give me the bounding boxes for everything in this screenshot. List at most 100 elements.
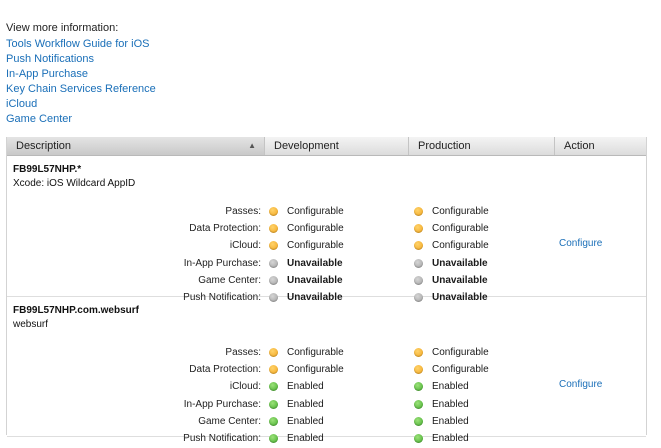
capability-row: Game Center: Unavailable Unavailable — [7, 273, 646, 290]
status-text: Unavailable — [432, 274, 488, 286]
capability-label: Data Protection: — [189, 223, 261, 235]
capability-label: Passes: — [225, 206, 261, 217]
status-gray-dot-icon — [414, 275, 423, 285]
status-green-dot-icon — [269, 399, 278, 409]
status-text: Configurable — [432, 364, 489, 376]
development-status: Enabled — [269, 399, 324, 410]
status-orange-dot-icon — [269, 224, 278, 234]
sort-ascending-icon[interactable]: ▲ — [248, 137, 256, 155]
app-id-table: Description ▲ Development Production Act… — [6, 137, 647, 444]
status-text: Unavailable — [432, 257, 488, 269]
status-text: Enabled — [287, 415, 324, 427]
more-info-heading: View more information: — [6, 22, 119, 34]
link-in-app-purchase[interactable]: In-App Purchase — [6, 67, 156, 82]
status-orange-dot-icon — [414, 241, 423, 251]
production-status: Enabled — [414, 416, 469, 427]
status-text: Configurable — [432, 223, 489, 235]
status-text: Enabled — [287, 381, 324, 393]
production-status: Configurable — [414, 206, 489, 217]
capability-row: iCloud: Configurable Configurable — [7, 238, 646, 255]
development-status: Unavailable — [269, 258, 343, 269]
status-text: Configurable — [432, 347, 489, 358]
production-status: Unavailable — [414, 258, 488, 269]
app-id-rows: FB99L57NHP.* Xcode: iOS Wildcard AppID Pas… — [7, 156, 646, 444]
development-status: Enabled — [269, 381, 324, 392]
link-game-center[interactable]: Game Center — [6, 112, 156, 127]
status-orange-dot-icon — [269, 348, 278, 357]
app-id-identifier: FB99L57NHP.* — [13, 164, 82, 175]
status-green-dot-icon — [414, 416, 423, 426]
capability-list: Passes: Configurable Configurable Data Prot… — [7, 204, 646, 307]
status-green-dot-icon — [269, 382, 278, 392]
status-text: Configurable — [432, 206, 489, 217]
configure-link[interactable]: Configure — [559, 379, 602, 390]
development-status: Configurable — [269, 364, 344, 375]
status-orange-dot-icon — [269, 241, 278, 251]
capability-row: Passes: Configurable Configurable — [7, 204, 646, 221]
table-header: Description ▲ Development Production Act… — [7, 137, 646, 156]
status-text: Enabled — [287, 398, 324, 410]
column-header-production[interactable]: Production — [409, 137, 555, 155]
status-gray-dot-icon — [414, 258, 423, 268]
production-status: Configurable — [414, 223, 489, 234]
capability-label: Game Center: — [198, 415, 261, 427]
production-status: Configurable — [414, 240, 489, 251]
capability-label: Data Protection: — [189, 364, 261, 376]
development-status: Configurable — [269, 347, 344, 358]
capability-label: Passes: — [225, 347, 261, 358]
capability-label: In-App Purchase: — [183, 257, 261, 269]
status-text: Enabled — [432, 398, 469, 410]
column-header-description[interactable]: Description ▲ — [7, 137, 265, 155]
capability-row: Data Protection: Configurable Configurable — [7, 221, 646, 238]
capability-label: In-App Purchase: — [183, 398, 261, 410]
capability-row: In-App Purchase: Enabled Enabled — [7, 397, 646, 414]
link-key-chain-services[interactable]: Key Chain Services Reference — [6, 82, 156, 97]
app-id-identifier: FB99L57NHP.com.websurf — [13, 305, 139, 316]
development-status: Unavailable — [269, 275, 343, 286]
status-orange-dot-icon — [414, 224, 423, 234]
status-green-dot-icon — [414, 382, 423, 392]
link-tools-workflow-guide[interactable]: Tools Workflow Guide for iOS — [6, 37, 156, 52]
status-green-dot-icon — [269, 416, 278, 426]
column-header-development[interactable]: Development — [265, 137, 409, 155]
development-status: Configurable — [269, 223, 344, 234]
column-header-description-label: Description — [16, 140, 72, 152]
status-gray-dot-icon — [269, 275, 278, 285]
status-text: Configurable — [287, 364, 344, 376]
capability-label: iCloud: — [229, 381, 261, 393]
status-orange-dot-icon — [269, 207, 278, 216]
status-orange-dot-icon — [414, 348, 423, 357]
capability-row: Passes: Configurable Configurable — [7, 345, 646, 362]
capability-list: Passes: Configurable Configurable Data Prot… — [7, 345, 646, 448]
production-status: Configurable — [414, 347, 489, 358]
status-text: Enabled — [432, 381, 469, 393]
status-text: Configurable — [287, 240, 344, 252]
production-status: Unavailable — [414, 275, 488, 286]
status-text: Unavailable — [287, 274, 343, 286]
column-header-action: Action — [564, 140, 595, 152]
capability-row: Data Protection: Configurable Configurable — [7, 362, 646, 379]
configure-link[interactable]: Configure — [559, 238, 602, 249]
capability-row: Push Notification: Enabled Enabled — [7, 431, 646, 448]
status-text: Configurable — [432, 240, 489, 252]
capability-label: Game Center: — [198, 274, 261, 286]
capability-row: Game Center: Enabled Enabled — [7, 414, 646, 431]
capability-row: iCloud: Enabled Enabled — [7, 379, 646, 396]
status-green-dot-icon — [414, 433, 423, 443]
capability-row: In-App Purchase: Unavailable Unavailable — [7, 256, 646, 273]
status-orange-dot-icon — [414, 365, 423, 375]
development-status: Configurable — [269, 240, 344, 251]
link-push-notifications[interactable]: Push Notifications — [6, 52, 156, 67]
status-text: Configurable — [287, 347, 344, 358]
production-status: Configurable — [414, 364, 489, 375]
app-id-row: FB99L57NHP.com.websurf websurf Passes: Conf… — [7, 297, 646, 444]
link-icloud[interactable]: iCloud — [6, 97, 156, 112]
status-green-dot-icon — [414, 399, 423, 409]
production-status: Enabled — [414, 381, 469, 392]
status-gray-dot-icon — [269, 258, 278, 268]
status-orange-dot-icon — [269, 365, 278, 375]
app-id-name: websurf — [13, 319, 49, 330]
app-id-row: FB99L57NHP.* Xcode: iOS Wildcard AppID Pas… — [7, 156, 646, 303]
status-green-dot-icon — [269, 433, 278, 443]
development-status: Configurable — [269, 206, 344, 217]
